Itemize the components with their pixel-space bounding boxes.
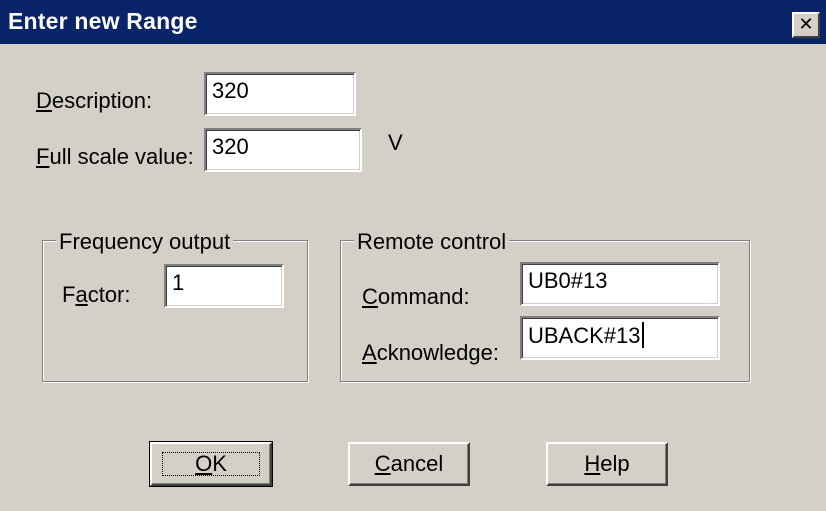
- full-scale-input[interactable]: 320: [204, 128, 362, 172]
- full-scale-label: Full scale value:: [36, 144, 194, 169]
- factor-label: Factor:: [62, 282, 131, 307]
- remote-control-title: Remote control: [354, 229, 510, 255]
- acknowledge-input[interactable]: UBACK#13: [520, 316, 720, 360]
- command-label: Command:: [362, 284, 470, 309]
- description-input[interactable]: 320: [204, 72, 356, 116]
- frequency-output-title: Frequency output: [56, 229, 234, 255]
- ok-button-label: OK: [195, 451, 227, 476]
- ok-button[interactable]: OK: [149, 441, 273, 487]
- factor-input[interactable]: 1: [164, 264, 284, 308]
- cancel-button[interactable]: Cancel: [348, 442, 470, 486]
- description-value: 320: [212, 78, 249, 103]
- full-scale-unit: V: [388, 130, 403, 155]
- text-caret: [641, 322, 644, 348]
- full-scale-value: 320: [212, 134, 249, 159]
- close-button[interactable]: ✕: [792, 12, 820, 38]
- close-icon: ✕: [798, 14, 814, 35]
- command-value: UB0#13: [528, 268, 608, 293]
- title-bar[interactable]: Enter new Range ✕: [0, 0, 826, 44]
- help-button-label: Help: [584, 451, 630, 476]
- acknowledge-value: UBACK#13: [528, 322, 644, 349]
- command-input[interactable]: UB0#13: [520, 262, 720, 306]
- description-label: Description:: [36, 88, 153, 113]
- frequency-output-group: [42, 240, 308, 382]
- dialog-title: Enter new Range: [8, 8, 198, 34]
- factor-value: 1: [172, 270, 185, 295]
- acknowledge-label: Acknowledge:: [362, 340, 499, 365]
- cancel-button-label: Cancel: [374, 451, 444, 476]
- help-button[interactable]: Help: [546, 442, 668, 486]
